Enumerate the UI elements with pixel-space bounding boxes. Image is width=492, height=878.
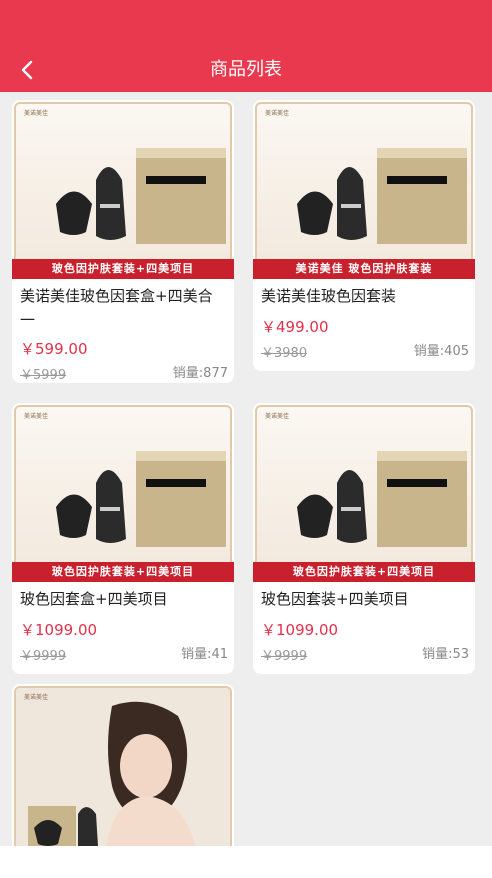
page-title: 商品列表: [210, 59, 282, 80]
product-illustration: [56, 148, 226, 244]
product-name: 玻色因套盒+四美项目: [20, 590, 168, 608]
product-image: 美诺美佳: [12, 684, 234, 846]
sales-count: 销量:41: [181, 647, 228, 662]
product-banner: 玻色因护肤套装+四美项目: [12, 259, 234, 279]
product-illustration: [297, 451, 467, 547]
product-price: ￥599.00: [20, 340, 88, 358]
product-card[interactable]: 美诺美佳: [12, 684, 234, 846]
product-name: 美诺美佳玻色因套装: [261, 287, 397, 305]
sales-count: 销量:877: [172, 366, 228, 381]
product-illustration: [297, 148, 467, 244]
product-banner: 玻色因护肤套装+四美项目: [12, 562, 234, 582]
product-name: 美诺美佳玻色因套盒+四美合一: [20, 287, 213, 329]
original-price: ￥5999: [20, 368, 67, 383]
product-card[interactable]: 美诺美佳 玻色因护肤套装+四美项目 美诺美佳玻色因套盒+四美合一 ￥599.00…: [12, 100, 234, 383]
brand-watermark: 美诺美佳: [265, 110, 290, 117]
top-bar: 商品列表: [0, 0, 492, 92]
sales-count: 销量:53: [422, 647, 469, 662]
original-price: ￥3980: [261, 346, 308, 361]
model-illustration: [16, 688, 230, 846]
sales-count: 销量:405: [413, 344, 469, 359]
product-illustration: [56, 451, 226, 547]
bottom-area: [0, 846, 492, 878]
product-price: ￥1099.00: [261, 621, 339, 639]
product-image: 美诺美佳: [253, 100, 475, 278]
brand-watermark: 美诺美佳: [24, 694, 49, 701]
product-card[interactable]: 美诺美佳 玻色因护肤套装+四美项目 玻色因套盒+四美项目 ￥1099.00 ￥9…: [12, 403, 234, 674]
product-price: ￥1099.00: [20, 621, 98, 639]
brand-watermark: 美诺美佳: [24, 413, 49, 420]
product-image: 美诺美佳: [12, 403, 234, 581]
product-banner: 美诺美佳 玻色因护肤套装: [253, 259, 475, 279]
product-image: 美诺美佳: [253, 403, 475, 581]
original-price: ￥9999: [261, 649, 308, 664]
product-image: 美诺美佳: [12, 100, 234, 278]
product-name: 玻色因套装+四美项目: [261, 590, 409, 608]
original-price: ￥9999: [20, 649, 67, 664]
brand-watermark: 美诺美佳: [24, 110, 49, 117]
product-card[interactable]: 美诺美佳 美诺美佳 玻色因护肤套装 美诺美佳玻色因套装 ￥499.00 ￥398…: [253, 100, 475, 371]
product-banner: 玻色因护肤套装+四美项目: [253, 562, 475, 582]
product-card[interactable]: 美诺美佳 玻色因护肤套装+四美项目 玻色因套装+四美项目 ￥1099.00 ￥9…: [253, 403, 475, 674]
brand-watermark: 美诺美佳: [265, 413, 290, 420]
product-price: ￥499.00: [261, 318, 329, 336]
